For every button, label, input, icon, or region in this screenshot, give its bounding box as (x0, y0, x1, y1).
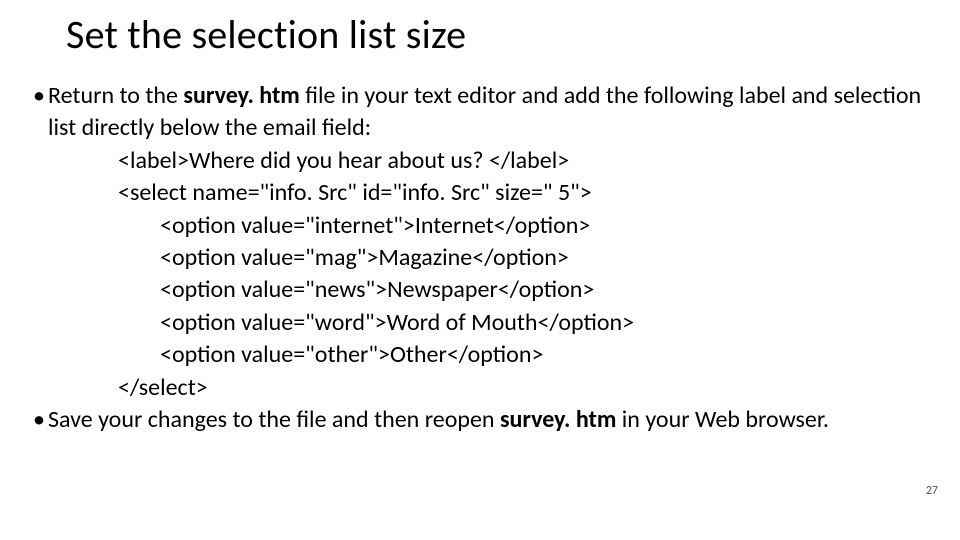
code-line-3: <option value="internet">Internet</optio… (30, 210, 930, 242)
bullet-marker: • (30, 404, 48, 436)
bullet-2: • Save your changes to the file and then… (30, 404, 930, 436)
bullet-1-text: Return to the survey. htm file in your t… (48, 80, 930, 145)
code-line-7: <option value="other">Other</option> (30, 339, 930, 371)
bullet-1: • Return to the survey. htm file in your… (30, 80, 930, 145)
bullet-1-bold: survey. htm (183, 81, 299, 110)
code-line-2: <select name="info. Src" id="info. Src" … (30, 177, 930, 209)
bullet-2-bold: survey. htm (500, 405, 616, 434)
code-line-6: <option value="word">Word of Mouth</opti… (30, 307, 930, 339)
bullet-marker: • (30, 80, 48, 145)
code-line-8: </select> (30, 372, 930, 404)
bullet-2-post: in your Web browser. (616, 405, 829, 434)
slide-title: Set the selection list size (66, 10, 466, 59)
bullet-1-pre: Return to the (48, 81, 183, 110)
bullet-2-pre: Save your changes to the file and then r… (48, 405, 500, 434)
bullet-2-text: Save your changes to the file and then r… (48, 404, 930, 436)
code-line-5: <option value="news">Newspaper</option> (30, 274, 930, 306)
page-number: 27 (926, 484, 938, 498)
code-line-4: <option value="mag">Magazine</option> (30, 242, 930, 274)
code-line-1: <label>Where did you hear about us? </la… (30, 145, 930, 177)
slide: Set the selection list size • Return to … (0, 0, 960, 540)
slide-body: • Return to the survey. htm file in your… (30, 80, 930, 436)
